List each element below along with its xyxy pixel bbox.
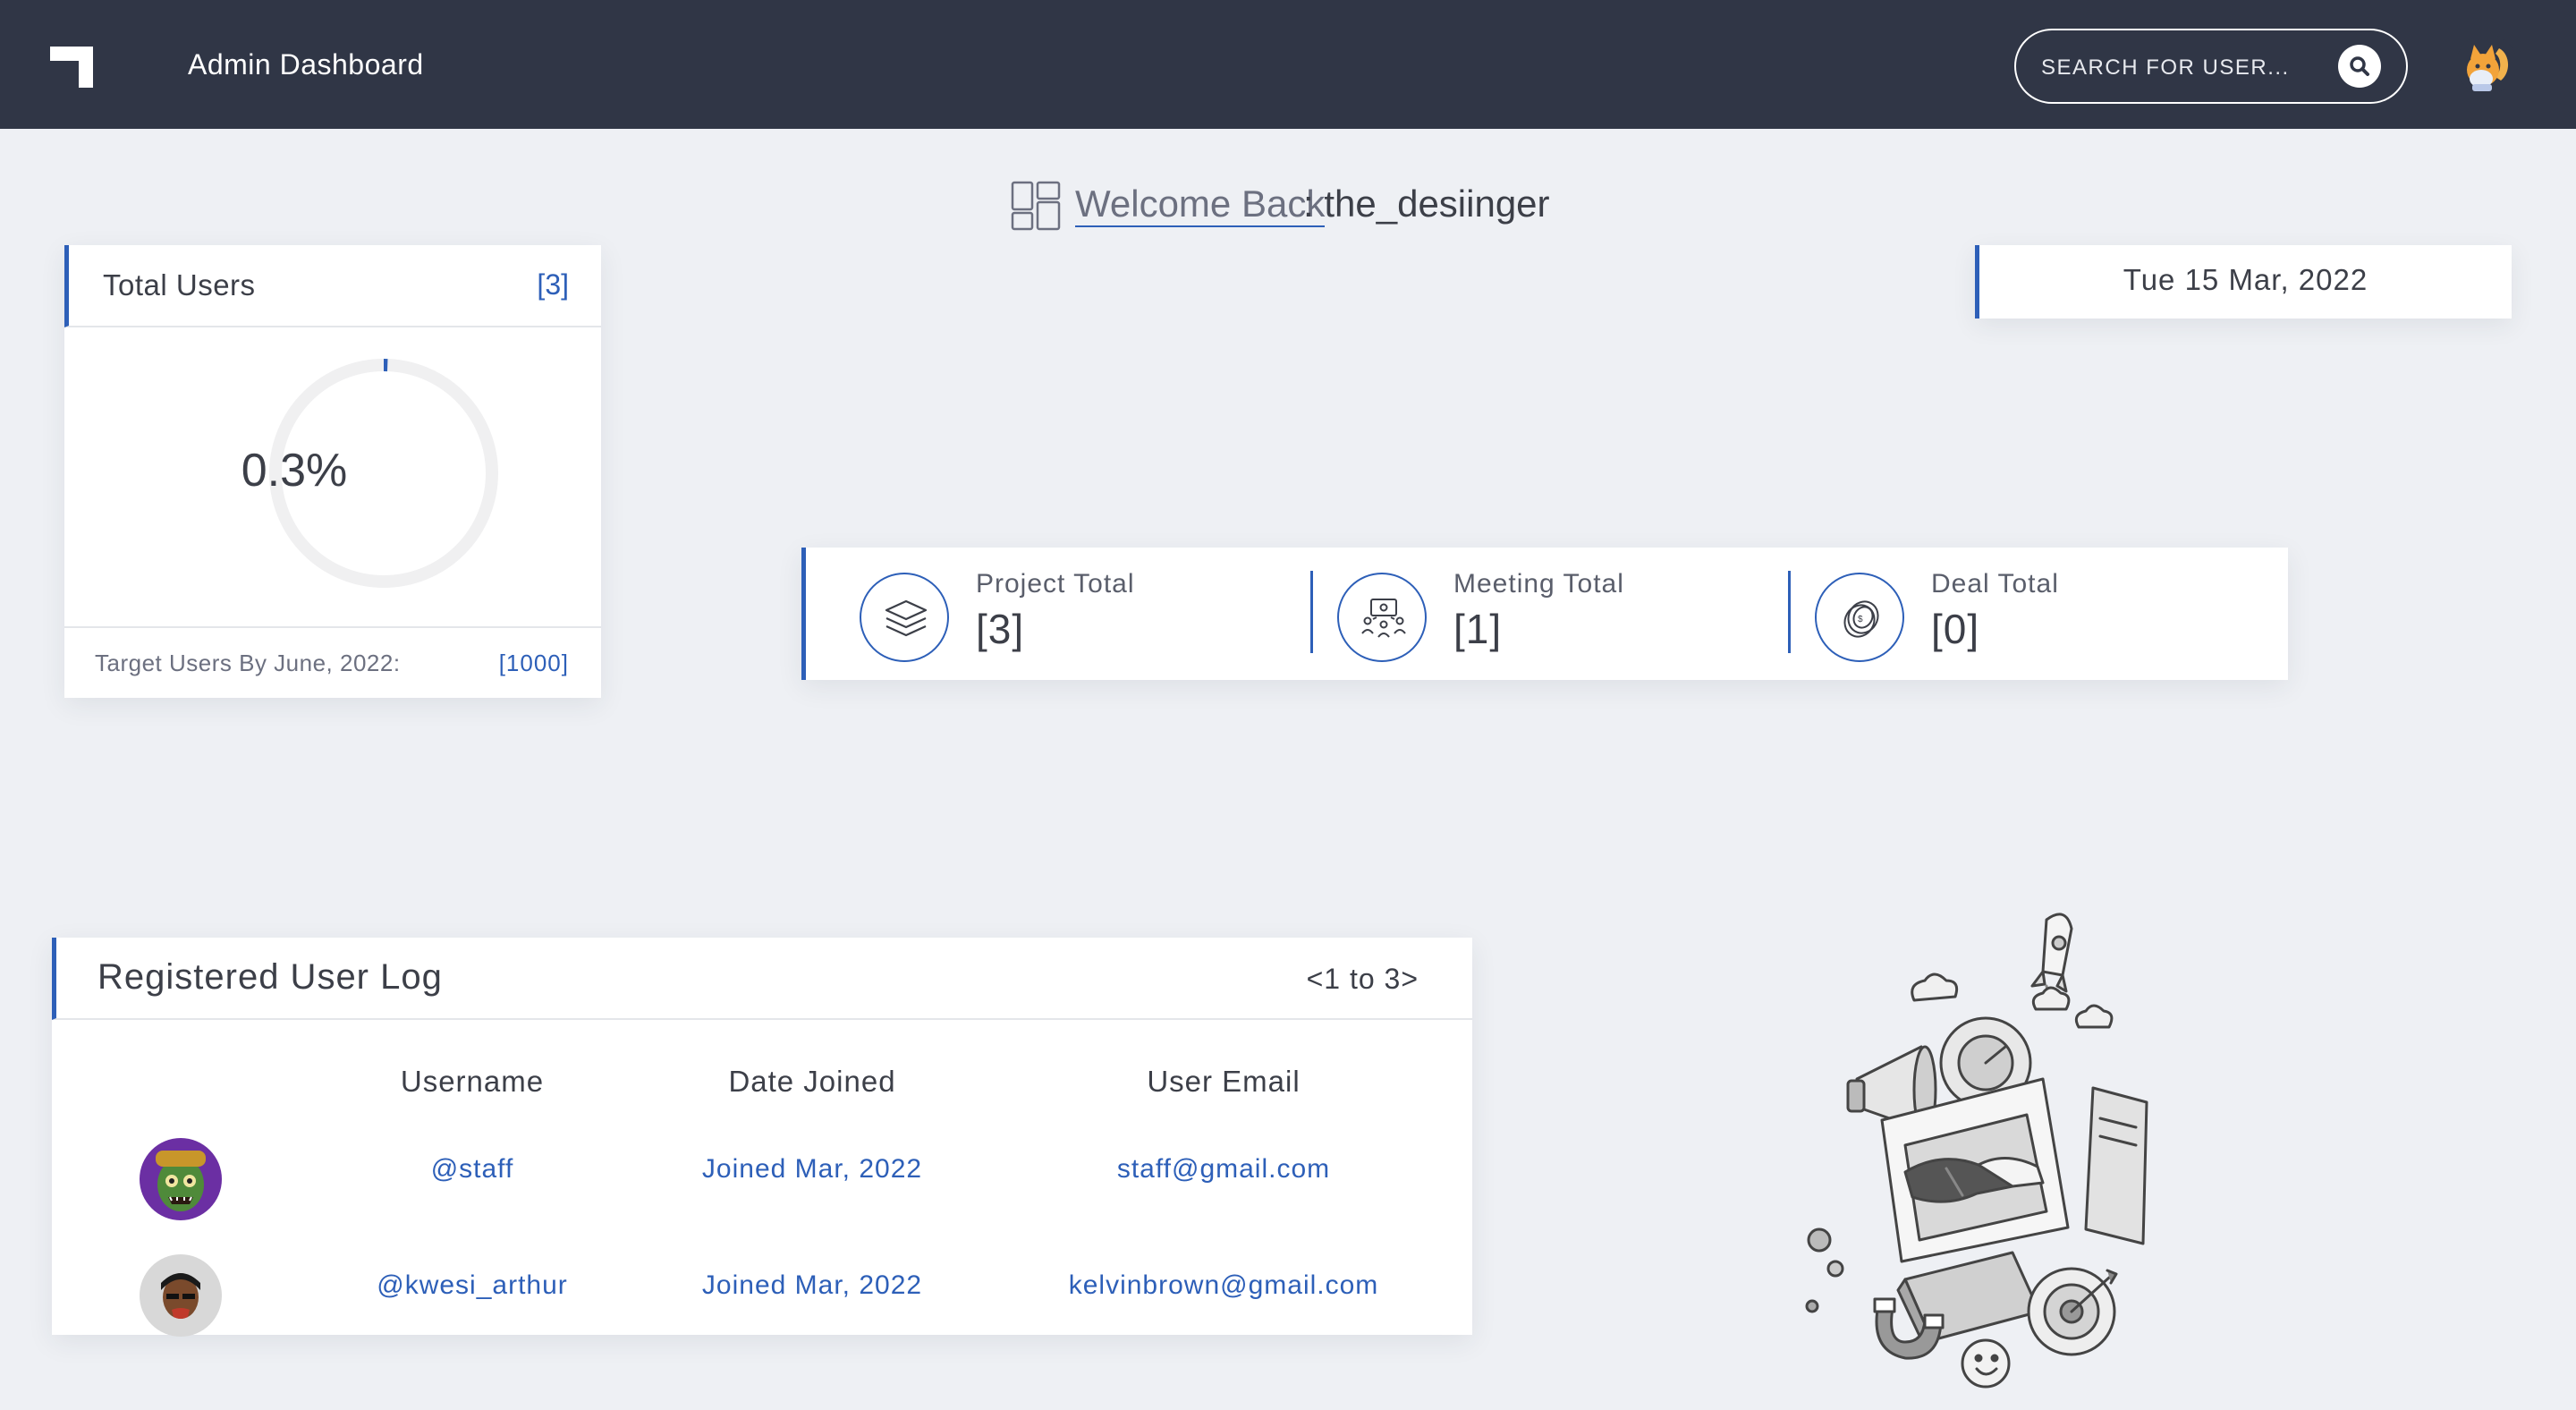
date-joined-cell: Joined Mar, 2022 bbox=[701, 1270, 923, 1300]
user-log-card: Registered User Log <1 to 3> Username Da… bbox=[52, 938, 1472, 1337]
meeting-icon bbox=[1361, 599, 1406, 638]
column-header-user-email: User Email bbox=[1147, 1065, 1301, 1098]
coin-icon: $ bbox=[1843, 600, 1879, 638]
top-navbar: Admin Dashboard bbox=[0, 0, 2576, 129]
dashboard-grid-icon bbox=[1011, 181, 1061, 231]
search-icon bbox=[2350, 56, 2369, 76]
total-users-card: Total Users [3] 0.3% Target Users By Jun… bbox=[64, 245, 601, 698]
total-users-count: [3] bbox=[537, 268, 569, 301]
search-input[interactable] bbox=[2041, 48, 2318, 88]
total-users-title: Total Users bbox=[103, 268, 256, 302]
target-users-label: Target Users By June, 2022: bbox=[95, 650, 401, 676]
stat-icon-circle bbox=[1337, 573, 1427, 662]
zombie-avatar-icon bbox=[140, 1138, 222, 1220]
layers-icon bbox=[885, 599, 928, 637]
marketing-illustration bbox=[1805, 913, 2148, 1389]
user-log-header: Registered User Log <1 to 3> bbox=[52, 938, 1472, 1020]
date-card: Tue 15 Mar, 2022 bbox=[1975, 245, 2512, 319]
stat-project-total[interactable]: Project Total [3] bbox=[806, 548, 1307, 680]
user-log-rows: @staff Joined Mar, 2022 staff@gmail.com … bbox=[52, 1117, 1472, 1347]
user-log-pager[interactable]: <1 to 3> bbox=[1307, 963, 1419, 996]
username-cell[interactable]: @staff bbox=[320, 1154, 624, 1185]
stat-icon-circle: $ bbox=[1815, 573, 1904, 662]
app-title: Admin Dashboard bbox=[188, 48, 424, 81]
column-header-username: Username bbox=[400, 1065, 545, 1098]
search-box bbox=[2014, 29, 2408, 104]
user-log-title: Registered User Log bbox=[97, 957, 443, 997]
svg-text:$: $ bbox=[1858, 615, 1863, 624]
current-date: Tue 15 Mar, 2022 bbox=[2123, 263, 2368, 296]
person-avatar-icon bbox=[140, 1254, 222, 1337]
stat-value: [1] bbox=[1453, 606, 1503, 652]
username-cell[interactable]: @kwesi_arthur bbox=[320, 1270, 624, 1301]
table-row[interactable]: @kwesi_arthur Joined Mar, 2022 kelvinbro… bbox=[52, 1233, 1472, 1347]
welcome-label: Welcome Back bbox=[1075, 183, 1326, 227]
email-cell[interactable]: staff@gmail.com bbox=[1000, 1154, 1447, 1185]
total-users-header: Total Users [3] bbox=[64, 245, 601, 327]
table-row[interactable]: @staff Joined Mar, 2022 staff@gmail.com bbox=[52, 1117, 1472, 1233]
date-joined-cell: Joined Mar, 2022 bbox=[701, 1154, 923, 1184]
welcome-username: : the_desiinger bbox=[1303, 183, 1550, 225]
target-users-footer: Target Users By June, 2022: [1000] bbox=[64, 626, 601, 698]
stats-card: Project Total [3] Meeting Total [1] $ De… bbox=[801, 548, 2288, 680]
stat-label: Project Total bbox=[976, 569, 1135, 599]
users-progress-percent: 0.3% bbox=[241, 445, 348, 497]
stat-label: Deal Total bbox=[1931, 569, 2059, 599]
cat-avatar-icon[interactable] bbox=[2454, 32, 2519, 97]
stat-value: [3] bbox=[976, 606, 1025, 652]
stat-deal-total[interactable]: $ Deal Total [0] bbox=[1761, 548, 2262, 680]
column-header-date-joined: Date Joined bbox=[728, 1065, 896, 1098]
stat-icon-circle bbox=[860, 573, 949, 662]
email-cell[interactable]: kelvinbrown@gmail.com bbox=[1000, 1270, 1447, 1301]
target-users-value: [1000] bbox=[498, 650, 569, 676]
stat-meeting-total[interactable]: Meeting Total [1] bbox=[1284, 548, 1784, 680]
stat-value: [0] bbox=[1931, 606, 1980, 652]
stat-label: Meeting Total bbox=[1453, 569, 1624, 599]
logo-mark-icon[interactable] bbox=[50, 47, 93, 88]
search-button[interactable] bbox=[2338, 45, 2381, 88]
